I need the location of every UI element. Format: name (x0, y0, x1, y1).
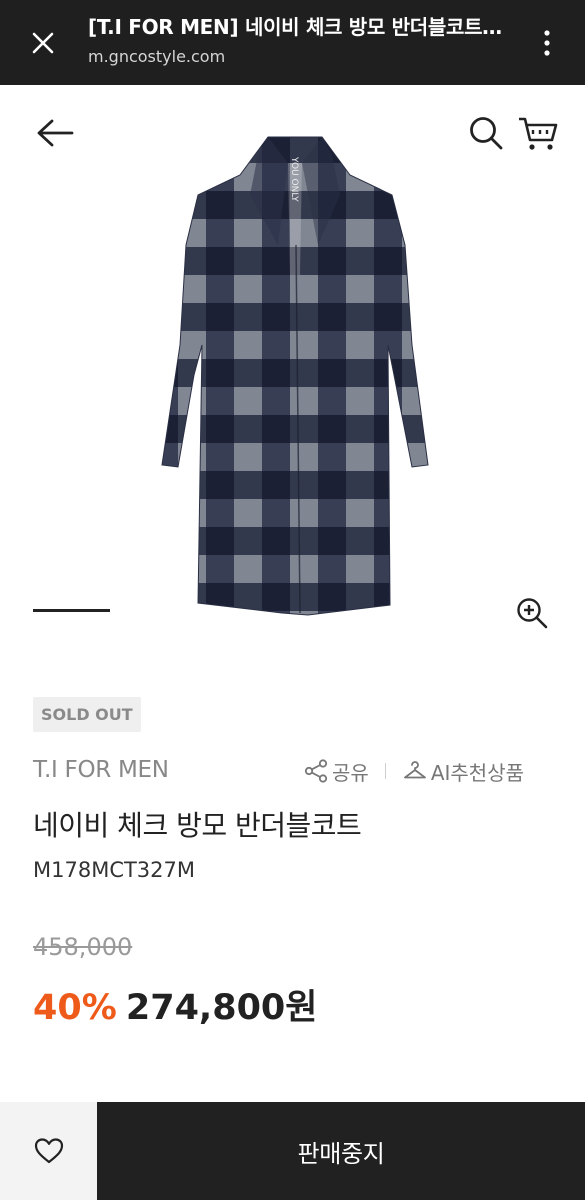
product-actions: 공유 AI추천상품 (303, 755, 524, 787)
coat-product-image: YOU ONLY (161, 136, 429, 616)
page-title: [T.I FOR MEN] 네이비 체크 방모 반더블코트… (88, 15, 502, 39)
search-icon[interactable] (466, 113, 506, 153)
heart-icon (34, 1138, 63, 1164)
arrow-left-icon[interactable] (30, 113, 78, 153)
sale-stopped-button[interactable]: 판매중지 (97, 1102, 585, 1200)
share-label: 공유 (332, 760, 369, 785)
share-button[interactable]: 공유 (303, 757, 369, 786)
browser-titles: [T.I FOR MEN] 네이비 체크 방모 반더블코트… m.gncosty… (88, 12, 518, 70)
wishlist-button[interactable] (0, 1102, 97, 1200)
divider (384, 763, 386, 779)
close-icon[interactable] (24, 24, 62, 62)
share-icon (304, 759, 328, 783)
original-price: 458,000 (33, 933, 133, 961)
page-url[interactable]: m.gncostyle.com (88, 44, 518, 70)
zoom-in-icon[interactable] (514, 595, 550, 631)
brand-name[interactable]: T.I FOR MEN (33, 754, 169, 786)
product-name: 네이비 체크 방모 반더블코트 (33, 809, 362, 842)
status-badge: SOLD OUT (33, 697, 141, 732)
discount-rate: 40% (33, 988, 117, 1028)
price-row: 40% 274,800원 (33, 983, 318, 1039)
bottom-action-bar: 판매중지 (0, 1102, 585, 1200)
more-vertical-icon[interactable] (530, 24, 564, 62)
browser-toolbar: [T.I FOR MEN] 네이비 체크 방모 반더블코트… m.gncosty… (0, 0, 585, 85)
product-code: M178MCT327M (33, 858, 196, 882)
coat-label-text: YOU ONLY (289, 156, 299, 202)
sale-price: 274,800원 (125, 988, 318, 1028)
ai-recommend-label: AI추천상품 (430, 760, 524, 785)
cart-icon[interactable] (516, 113, 560, 153)
hanger-icon (403, 761, 426, 779)
image-slide-indicator (33, 609, 110, 612)
ai-recommend-button[interactable]: AI추천상품 (402, 757, 524, 786)
product-image-area[interactable]: YOU ONLY (0, 85, 585, 665)
